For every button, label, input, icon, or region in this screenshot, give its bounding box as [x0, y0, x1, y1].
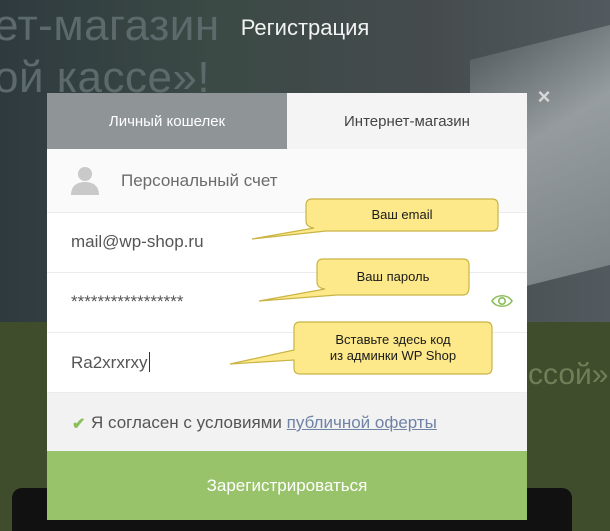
user-icon	[71, 167, 99, 195]
account-label: Персональный счет	[121, 171, 278, 190]
callout-password: Ваш пароль	[255, 257, 475, 307]
callout-email: Ваш email	[240, 197, 502, 241]
callout-password-text: Ваш пароль	[356, 269, 430, 284]
public-offer-link[interactable]: публичной оферты	[287, 413, 437, 432]
code-value: Ra2xrxrxy	[71, 353, 148, 372]
tab-personal-wallet[interactable]: Личный кошелек	[47, 93, 287, 149]
agreement-text: Я согласен с условиями публичной оферты	[91, 413, 437, 433]
tab-bar: Личный кошелек Интернет-магазин	[47, 93, 527, 149]
text-caret	[148, 352, 150, 372]
tab-online-store[interactable]: Интернет-магазин	[287, 93, 527, 149]
callout-code-line1: Вставьте здесь код	[335, 332, 451, 347]
callout-email-text: Ваш email	[371, 207, 433, 222]
background-green-text: ссой»	[528, 358, 609, 391]
callout-code-text: Вставьте здесь код из админки WP Shop	[294, 332, 492, 364]
modal-title: Регистрация	[240, 15, 370, 40]
checkmark-icon[interactable]: ✔	[72, 414, 85, 434]
register-button[interactable]: Зарегистрироваться	[47, 451, 527, 520]
agreement-label: Я согласен с условиями	[91, 413, 282, 432]
callout-code-line2: из админки WP Shop	[329, 348, 457, 363]
close-icon[interactable]: ×	[535, 86, 553, 108]
agreement-row: ✔ Я согласен с условиями публичной оферт…	[47, 393, 527, 451]
eye-icon[interactable]	[491, 293, 513, 309]
callout-code: Вставьте здесь код из админки WP Shop	[228, 320, 498, 378]
